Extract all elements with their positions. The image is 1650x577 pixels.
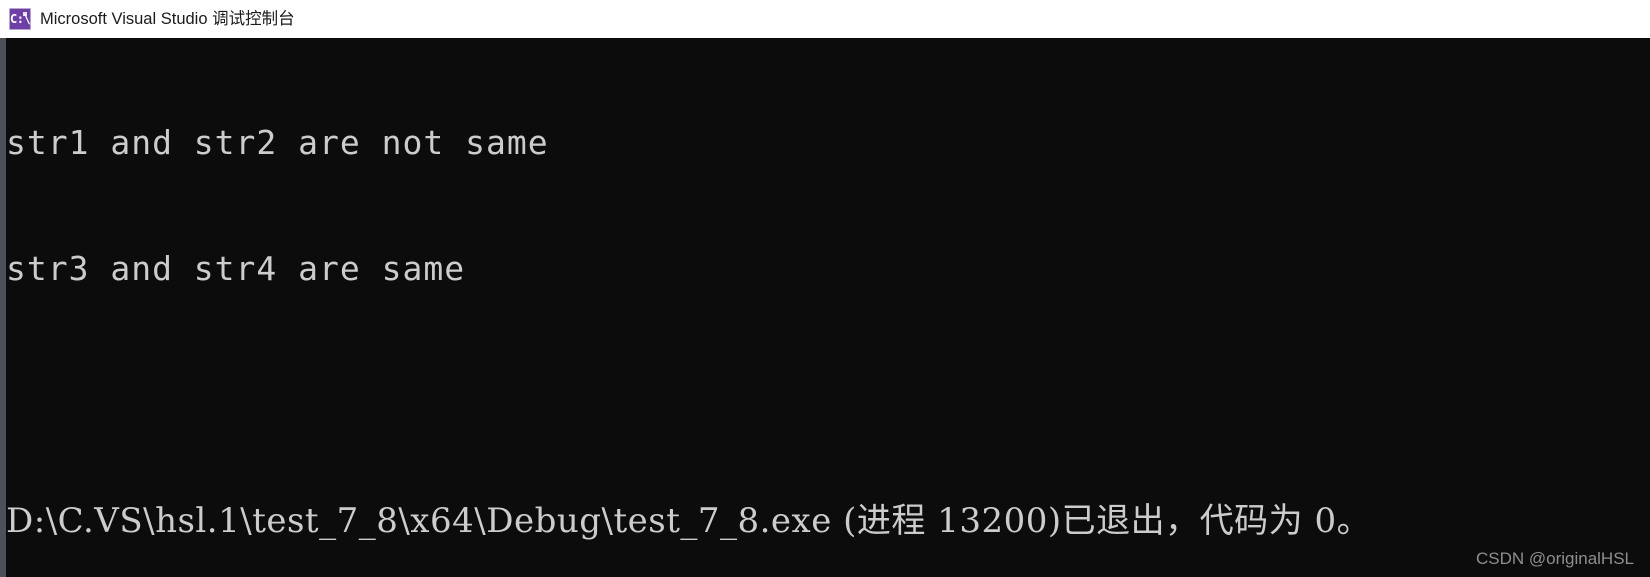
output-line: str1 and str2 are not same — [6, 123, 549, 162]
console-app-icon[interactable]: C:\ — [9, 8, 31, 30]
console-output: str1 and str2 are not same str3 and str4… — [6, 38, 1650, 577]
title-bar[interactable]: C:\ Microsoft Visual Studio 调试控制台 — [0, 0, 1650, 38]
icon-prompt-glyph: C:\ — [10, 12, 31, 26]
output-line-exit-info: D:\C.VS\hsl.1\test_7_8\x64\Debug\test_7_… — [6, 501, 1372, 541]
console-window: C:\ Microsoft Visual Studio 调试控制台 str1 a… — [0, 0, 1650, 577]
window-title: Microsoft Visual Studio 调试控制台 — [40, 9, 295, 28]
console-body[interactable]: str1 and str2 are not same str3 and str4… — [0, 38, 1650, 577]
output-line-blank — [6, 374, 1650, 416]
output-line: str3 and str4 are same — [6, 249, 466, 288]
watermark-label: CSDN @originalHSL — [1475, 549, 1634, 568]
